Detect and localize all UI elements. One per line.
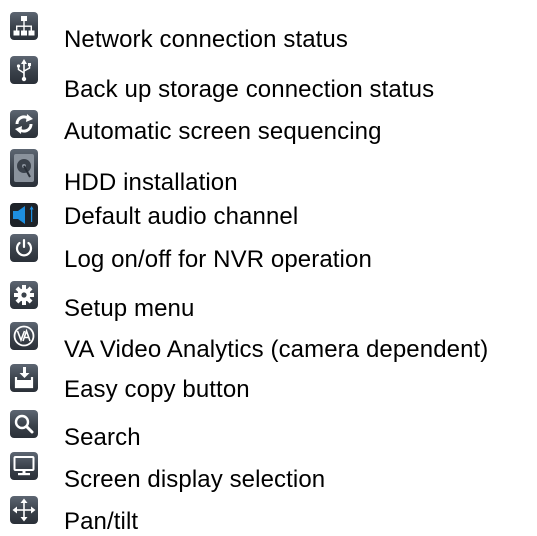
legend-label: Log on/off for NVR operation <box>64 246 372 273</box>
legend-label: Setup menu <box>64 295 195 322</box>
legend-item-pan-tilt: Pan/tilt <box>0 496 537 536</box>
legend-label: Default audio channel <box>64 203 299 230</box>
legend-item-screen-display: Screen display selection <box>0 452 537 493</box>
legend-label: VA Video Analytics (camera dependent) <box>64 336 489 363</box>
legend-label: Back up storage connection status <box>64 76 435 103</box>
legend-item-easy-copy: Easy copy button <box>0 364 537 404</box>
va-icon <box>10 322 38 350</box>
legend-label: Automatic screen sequencing <box>64 118 382 145</box>
legend-item-backup-storage: Back up storage connection status <box>0 56 537 103</box>
legend-label: Easy copy button <box>64 376 250 403</box>
power-icon <box>10 234 38 262</box>
speaker-icon <box>10 203 38 227</box>
legend-label: Network connection status <box>64 26 348 53</box>
easy-copy-icon <box>10 364 38 392</box>
network-icon <box>10 12 38 40</box>
legend-item-logon: Log on/off for NVR operation <box>0 234 537 274</box>
gear-icon <box>10 281 38 309</box>
legend-label: HDD installation <box>64 169 238 196</box>
legend-item-sequencing: Automatic screen sequencing <box>0 110 537 150</box>
legend-label: Search <box>64 424 141 451</box>
legend-item-va: VA Video Analytics (camera dependent) <box>0 322 537 363</box>
legend-label: Pan/tilt <box>64 508 139 535</box>
sequence-arrows-icon <box>10 110 38 138</box>
search-icon <box>10 410 38 438</box>
legend-item-hdd: HDD installation <box>0 149 537 196</box>
legend-item-network: Network connection status <box>0 12 537 53</box>
usb-icon <box>10 56 38 84</box>
hdd-icon <box>10 149 38 187</box>
legend-item-setup: Setup menu <box>0 281 537 322</box>
pan-tilt-icon <box>10 496 38 524</box>
monitor-icon <box>10 452 38 480</box>
legend-item-search: Search <box>0 410 537 451</box>
legend-label: Screen display selection <box>64 466 326 493</box>
